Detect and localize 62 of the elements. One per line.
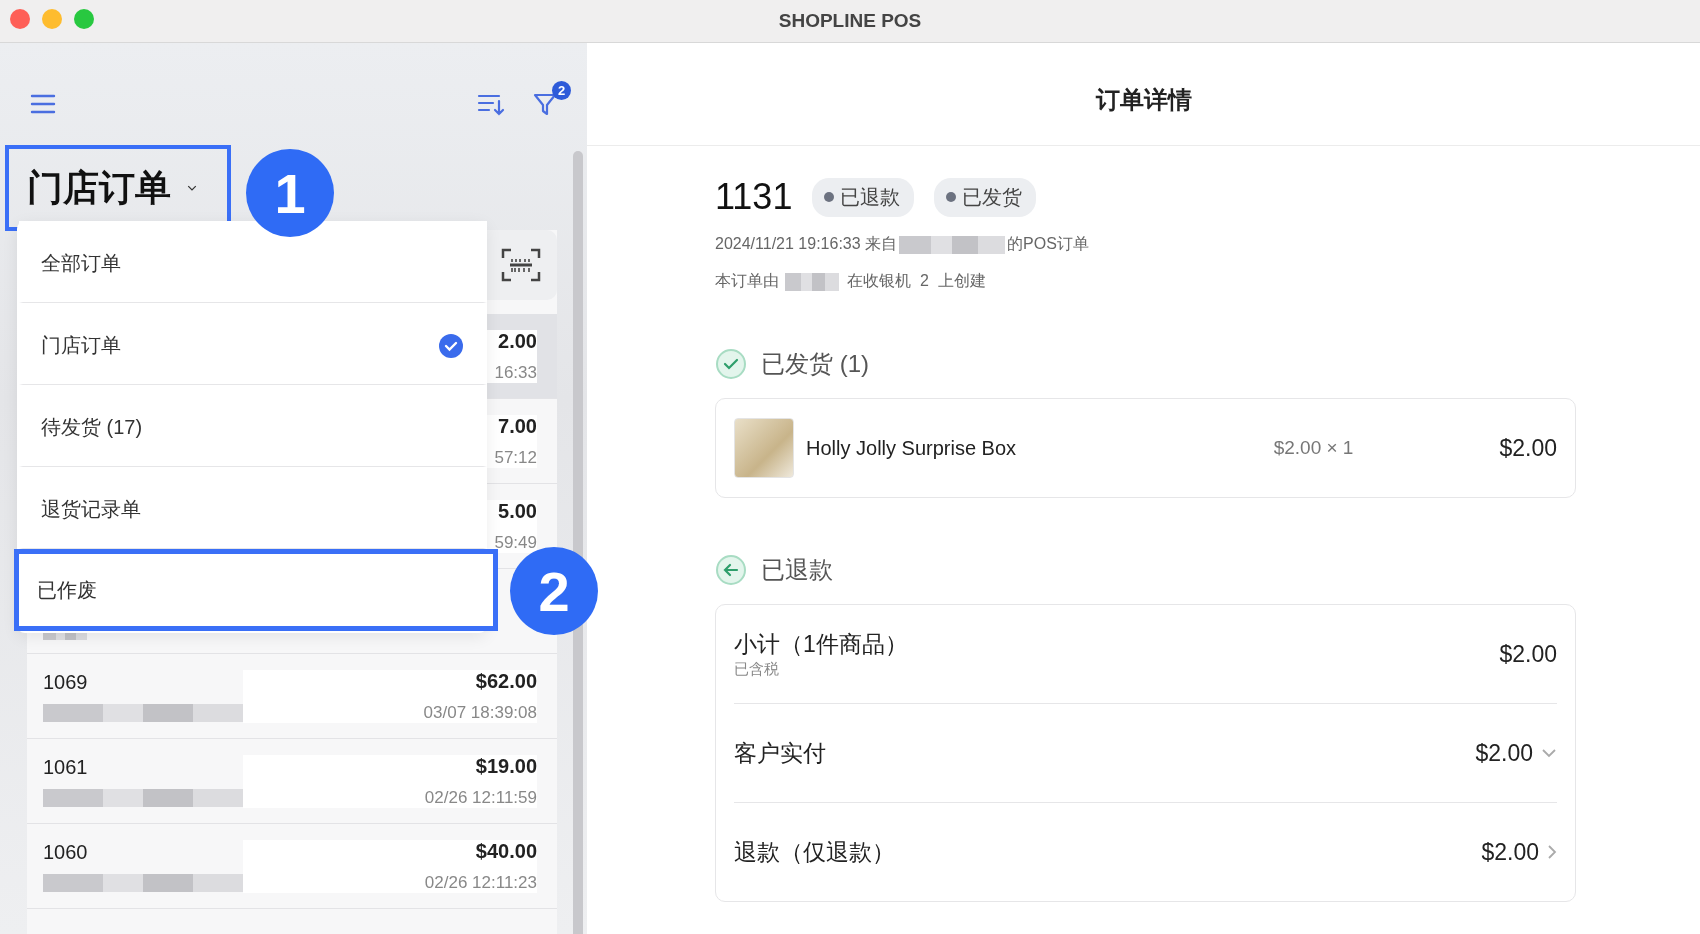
menu-item-label: 已作废 (37, 577, 97, 603)
order-time: 16:33 (494, 362, 537, 383)
creator-text: 在收银机 2 上创建 (847, 271, 986, 291)
line-total: $2.00 (1499, 434, 1557, 462)
check-circle-icon (715, 348, 747, 380)
order-amount: 7.00 (498, 414, 537, 438)
redacted-text (785, 272, 839, 291)
order-amount: $40.00 (475, 839, 537, 863)
menu-item-label: 待发货 (17) (41, 415, 143, 440)
summary-label: 小计（1件商品） (734, 630, 909, 659)
product-name: Holly Jolly Surprise Box (806, 436, 1018, 460)
order-row[interactable]: 1069 $62.00 03/07 18:39:08 (27, 654, 557, 739)
creator-text: 本订单由 (715, 271, 779, 291)
menu-item-label: 退货记录单 (41, 497, 141, 522)
order-amount: $62.00 (475, 669, 537, 693)
filter-count-badge: 2 (552, 80, 571, 100)
order-amount: $19.00 (475, 754, 537, 778)
section-title: 已发货 (1) (761, 349, 869, 379)
menu-item[interactable]: 全部订单 (19, 221, 487, 303)
close-window-button[interactable] (10, 9, 30, 29)
order-number: 1069 (43, 670, 89, 694)
summary-value: $2.00 (1499, 640, 1557, 668)
menu-item[interactable]: 待发货 (17) (19, 385, 487, 467)
order-time: 03/07 18:39:08 (423, 702, 537, 723)
summary-label: 退款（仅退款） (734, 837, 896, 867)
window-title: SHOPLINE POS (778, 10, 922, 32)
menu-item-label: 全部订单 (41, 251, 121, 276)
order-amount: 2.00 (498, 329, 537, 353)
status-badge: 已退款 (812, 177, 915, 217)
order-amount: 5.00 (498, 499, 537, 523)
menu-item-label: 门店订单 (41, 333, 121, 358)
back-arrow-circle-icon (715, 554, 747, 586)
order-time: 02/26 12:11:59 (424, 787, 537, 808)
menu-item[interactable]: 退货记录单 (19, 467, 487, 549)
order-number: 1060 (43, 840, 89, 864)
menu-item[interactable]: 门店订单 (19, 303, 487, 385)
order-row[interactable]: 1061 $19.00 02/26 12:11:59 (27, 739, 557, 824)
section-title: 已退款 (761, 555, 833, 585)
order-row[interactable]: 1060 $40.00 02/26 12:11:23 (27, 824, 557, 909)
order-source-text: 2024/11/21 19:16:33 来自 (715, 234, 898, 254)
order-time: 57:12 (494, 447, 537, 468)
page-title: 订单详情 (1095, 85, 1192, 115)
summary-label: 客户实付 (734, 738, 827, 768)
order-source-text: 的POS订单 (1007, 234, 1089, 254)
unit-price: $2.00 × 1 (1273, 437, 1354, 459)
chevron-down-icon (1541, 748, 1557, 758)
summary-note: 已含税 (734, 660, 780, 679)
summary-value: $2.00 (1481, 838, 1539, 866)
barcode-scan-icon[interactable] (501, 248, 541, 282)
chevron-down-icon (187, 183, 197, 193)
status-badge: 已发货 (934, 177, 1037, 217)
order-number: 1131 (715, 176, 793, 218)
menu-item[interactable]: 已作废 (14, 549, 498, 631)
order-number: 1061 (43, 755, 89, 779)
order-time: 02/26 12:11:23 (424, 872, 537, 893)
chevron-right-icon (1547, 844, 1557, 860)
summary-row-button[interactable]: 退款（仅退款） $2.00 (734, 803, 1557, 901)
photo-placeholder (734, 418, 794, 478)
menu-icon[interactable] (30, 92, 56, 115)
scrollbar[interactable] (573, 151, 583, 934)
summary-value: $2.00 (1475, 739, 1533, 767)
summary-row-button[interactable]: 客户实付 $2.00 (734, 704, 1557, 803)
